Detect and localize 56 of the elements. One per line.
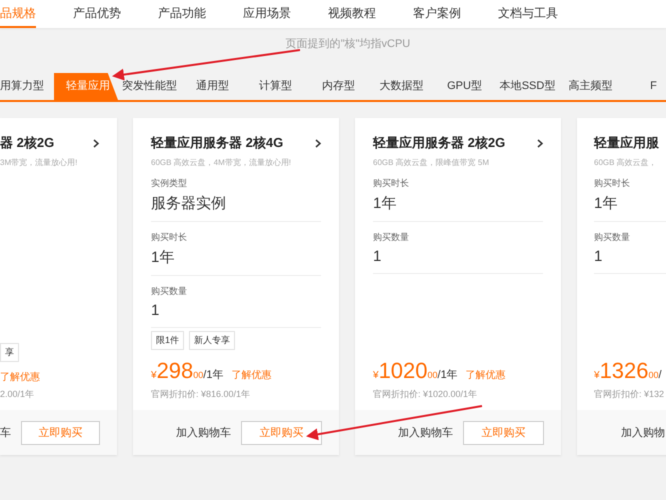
original-price: 官网折扣价: ¥1020.00/1年 (373, 388, 478, 401)
spec-value: 1 (373, 248, 382, 265)
nav-tab[interactable]: 产品功能 (158, 0, 206, 28)
original-price: 官网折扣价: ¥816.00/1年 (151, 388, 252, 401)
spec-value: 1年 (151, 248, 176, 267)
card-title: 器 2核2G (0, 134, 54, 152)
card-subtitle: 60GB 高效云盘，限峰值带宽 5M (373, 157, 490, 168)
price-text: ¥29800/1年 (151, 358, 224, 384)
card-title: 轻量应用服 (594, 134, 659, 152)
note-text: 页面提到的"核"均指vCPU (284, 37, 412, 50)
category-tab[interactable]: 用算力型 (0, 73, 54, 100)
category-tab[interactable]: 本地SSD型 (496, 73, 559, 100)
nav-tab[interactable]: 客户案例 (413, 0, 461, 28)
add-to-cart-link[interactable]: 加入购物车 (176, 425, 231, 440)
nav-tab[interactable]: 产品优势 (73, 0, 121, 28)
category-tab[interactable]: 内存型 (307, 73, 370, 100)
tag-label: 限1件 (151, 331, 184, 350)
tag-label: 新人专享 (189, 331, 236, 350)
card-subtitle: 3M带宽，流量放心用! (0, 157, 78, 168)
original-price: 2.00/1年 (0, 388, 36, 401)
spec-value: 1年 (594, 194, 618, 213)
spec-label: 购买时长 (373, 177, 410, 190)
category-tab[interactable]: 大数据型 (370, 73, 433, 100)
nav-tab[interactable]: 应用场景 (243, 0, 291, 28)
add-to-cart-link[interactable]: 加入购物 (621, 425, 665, 440)
original-price: 官网折扣价: ¥132 (594, 388, 666, 401)
spec-value: 1 (151, 302, 160, 319)
card-subtitle: 60GB 高效云盘，4M带宽，流量放心用! (151, 157, 292, 168)
category-tab[interactable]: 通用型 (181, 73, 244, 100)
category-tab[interactable]: 突发性能型 (118, 73, 181, 100)
spec-label: 购买数量 (594, 231, 631, 244)
spec-label: 购买数量 (373, 231, 410, 244)
add-to-cart-link[interactable]: 加入购物车 (398, 425, 453, 440)
spec-value: 1 (594, 248, 604, 265)
price-text: ¥132600/ (594, 358, 662, 384)
spec-label: 购买时长 (594, 177, 631, 190)
price-text: ¥102000/1年 (373, 358, 458, 384)
spec-value: 1年 (373, 194, 398, 213)
card-title: 轻量应用服务器 2核4G (151, 134, 284, 152)
spec-value: 服务器实例 (151, 194, 227, 213)
tag-label: 享 (0, 343, 19, 362)
card-subtitle: 60GB 高效云盘， (594, 157, 658, 168)
spec-label: 实例类型 (151, 177, 188, 190)
category-tab[interactable]: GPU型 (433, 73, 496, 100)
add-to-cart-link[interactable]: 车 (0, 425, 11, 440)
category-tab[interactable]: F (622, 73, 666, 100)
chevron-icon[interactable] (93, 138, 99, 148)
category-tab[interactable]: 高主频型 (559, 73, 622, 100)
spec-label: 购买数量 (151, 285, 188, 298)
category-tab[interactable]: 计算型 (244, 73, 307, 100)
chevron-icon[interactable] (315, 138, 321, 148)
chevron-icon[interactable] (537, 138, 543, 148)
nav-tab[interactable]: 文档与工具 (498, 0, 558, 28)
spec-label: 购买时长 (151, 231, 188, 244)
nav-tab[interactable]: 视频教程 (328, 0, 376, 28)
card-title: 轻量应用服务器 2核2G (373, 134, 506, 152)
